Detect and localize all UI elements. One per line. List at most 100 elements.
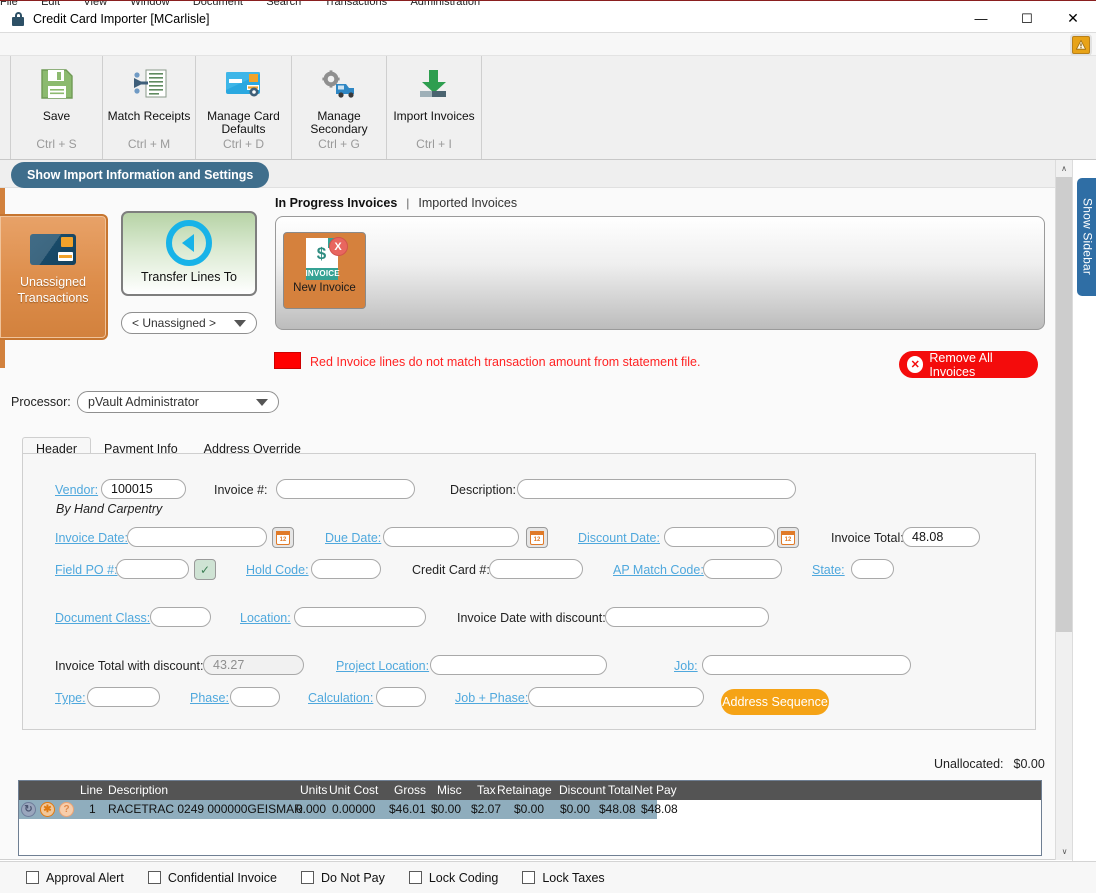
- scroll-up-arrow-icon[interactable]: ∧: [1056, 160, 1072, 177]
- state-label[interactable]: State:: [812, 563, 845, 577]
- new-invoice-tile[interactable]: $ INVOICE X New Invoice: [283, 232, 366, 309]
- job-phase-input[interactable]: [528, 687, 704, 707]
- due-date-label[interactable]: Due Date:: [325, 531, 381, 545]
- unassigned-line1: Unassigned: [19, 275, 86, 289]
- discount-date-label[interactable]: Discount Date:: [578, 531, 660, 545]
- calculation-label[interactable]: Calculation:: [308, 691, 373, 705]
- remove-all-invoices-button[interactable]: ✕ Remove All Invoices: [899, 350, 1038, 379]
- document-class-input[interactable]: [150, 607, 211, 627]
- ap-match-code-label[interactable]: AP Match Code:: [613, 563, 704, 577]
- vendor-input[interactable]: 100015: [101, 479, 186, 499]
- job-phase-label[interactable]: Job + Phase:: [455, 691, 528, 705]
- tab-in-progress-invoices[interactable]: In Progress Invoices: [275, 196, 397, 210]
- col-description[interactable]: Description: [108, 783, 168, 797]
- calculation-input[interactable]: [376, 687, 426, 707]
- minimize-button[interactable]: —: [958, 5, 1004, 32]
- calendar-icon[interactable]: 12: [777, 527, 799, 548]
- invoice-date-input[interactable]: [127, 527, 267, 547]
- invoice-document-icon: $ INVOICE X: [305, 237, 348, 280]
- show-sidebar-tab[interactable]: Show Sidebar: [1077, 178, 1096, 296]
- checkbox-lock-coding[interactable]: Lock Coding: [408, 871, 498, 885]
- col-total[interactable]: Total: [608, 783, 633, 797]
- field-po-input[interactable]: [116, 559, 189, 579]
- invoice-number-input[interactable]: [276, 479, 415, 499]
- col-discount[interactable]: Discount: [559, 783, 606, 797]
- col-tax[interactable]: Tax: [477, 783, 496, 797]
- close-badge-icon[interactable]: X: [328, 237, 348, 256]
- invoice-date-discount-input[interactable]: [605, 607, 769, 627]
- checkbox-box[interactable]: [408, 871, 422, 884]
- type-label[interactable]: Type:: [55, 691, 86, 705]
- calendar-icon[interactable]: 12: [526, 527, 548, 548]
- vertical-scrollbar[interactable]: ∧ ∨: [1055, 160, 1073, 860]
- save-button[interactable]: Save Ctrl + S: [10, 56, 103, 159]
- address-sequence-button[interactable]: Address Sequence: [721, 689, 829, 715]
- project-location-label[interactable]: Project Location:: [336, 659, 429, 673]
- invoice-total-discount-label: Invoice Total with discount:: [55, 659, 204, 673]
- col-unit-cost[interactable]: Unit Cost: [329, 783, 378, 797]
- invoice-date-label[interactable]: Invoice Date:: [55, 531, 128, 545]
- col-misc[interactable]: Misc: [437, 783, 462, 797]
- due-date-input[interactable]: [383, 527, 519, 547]
- ap-match-code-input[interactable]: [703, 559, 782, 579]
- import-invoices-button[interactable]: Import Invoices Ctrl + I: [387, 56, 482, 159]
- unassigned-dropdown[interactable]: < Unassigned >: [121, 312, 257, 334]
- col-line[interactable]: Line: [80, 783, 103, 797]
- vendor-label[interactable]: Vendor:: [55, 483, 98, 497]
- job-label[interactable]: Job:: [674, 659, 698, 673]
- unassigned-dropdown-value: < Unassigned >: [132, 316, 217, 330]
- phase-input[interactable]: [230, 687, 280, 707]
- description-input[interactable]: [517, 479, 796, 499]
- question-circle-icon[interactable]: ?: [59, 802, 74, 817]
- col-retainage[interactable]: Retainage: [497, 783, 552, 797]
- discount-date-input[interactable]: [664, 527, 775, 547]
- hold-code-label[interactable]: Hold Code:: [246, 563, 309, 577]
- cell-retainage: $0.00: [514, 802, 545, 816]
- invoice-lines-grid: Line Description Units Unit Cost Gross M…: [18, 780, 1042, 856]
- check-icon[interactable]: ✓: [194, 559, 216, 580]
- match-receipts-button[interactable]: Match Receipts Ctrl + M: [103, 56, 196, 159]
- phase-label[interactable]: Phase:: [190, 691, 229, 705]
- refresh-circle-icon[interactable]: ↻: [21, 802, 36, 817]
- col-gross[interactable]: Gross: [394, 783, 426, 797]
- unassigned-transactions-tile[interactable]: Unassigned Transactions: [0, 214, 108, 340]
- checkbox-do-not-pay[interactable]: Do Not Pay: [300, 870, 385, 885]
- checkbox-box[interactable]: [147, 871, 161, 884]
- asterisk-circle-icon[interactable]: ✱: [40, 802, 55, 817]
- invoice-total-input[interactable]: 48.08: [902, 527, 980, 547]
- location-input[interactable]: [294, 607, 426, 627]
- scroll-down-arrow-icon[interactable]: ∨: [1056, 843, 1073, 860]
- close-button[interactable]: ✕: [1050, 5, 1096, 32]
- type-input[interactable]: [87, 687, 160, 707]
- calendar-icon[interactable]: 12: [272, 527, 294, 548]
- show-import-information-button[interactable]: Show Import Information and Settings: [11, 162, 270, 188]
- warning-alert-icon[interactable]: [1072, 36, 1090, 54]
- checkbox-lock-taxes[interactable]: Lock Taxes: [522, 871, 605, 885]
- table-row[interactable]: ↻ ✱ ? 1 RACETRAC 0249 000000GEISMAR 0.00…: [19, 800, 678, 819]
- location-label[interactable]: Location:: [240, 611, 291, 625]
- col-units[interactable]: Units: [300, 783, 327, 797]
- manage-card-defaults-button[interactable]: Manage Card Defaults Ctrl + D: [196, 56, 292, 159]
- checkbox-approval-alert[interactable]: Approval Alert: [26, 871, 124, 885]
- credit-card-input[interactable]: [489, 559, 583, 579]
- hold-code-input[interactable]: [311, 559, 381, 579]
- col-net-pay[interactable]: Net Pay: [634, 783, 677, 797]
- tab-imported-invoices[interactable]: Imported Invoices: [418, 196, 517, 210]
- checkbox-label: Do Not Pay: [320, 870, 385, 885]
- job-input[interactable]: [702, 655, 911, 675]
- manage-secondary-button[interactable]: Manage Secondary Ctrl + G: [292, 56, 387, 159]
- checkbox-box[interactable]: [26, 871, 39, 884]
- transfer-lines-to-button[interactable]: Transfer Lines To: [121, 211, 257, 296]
- state-input[interactable]: [851, 559, 894, 579]
- processor-dropdown[interactable]: pVault Administrator: [77, 391, 279, 413]
- project-location-input[interactable]: [430, 655, 607, 675]
- checkbox-box[interactable]: [300, 871, 314, 884]
- checkbox-confidential-invoice[interactable]: Confidential Invoice: [147, 871, 277, 885]
- field-po-label[interactable]: Field PO #:: [55, 563, 118, 577]
- remove-all-invoices-label: Remove All Invoices: [929, 350, 993, 379]
- checkbox-box[interactable]: [522, 871, 536, 884]
- maximize-button[interactable]: ☐: [1004, 5, 1050, 32]
- document-class-label[interactable]: Document Class:: [55, 611, 150, 625]
- scrollbar-thumb[interactable]: [1056, 177, 1073, 632]
- match-receipts-icon: [130, 64, 168, 104]
